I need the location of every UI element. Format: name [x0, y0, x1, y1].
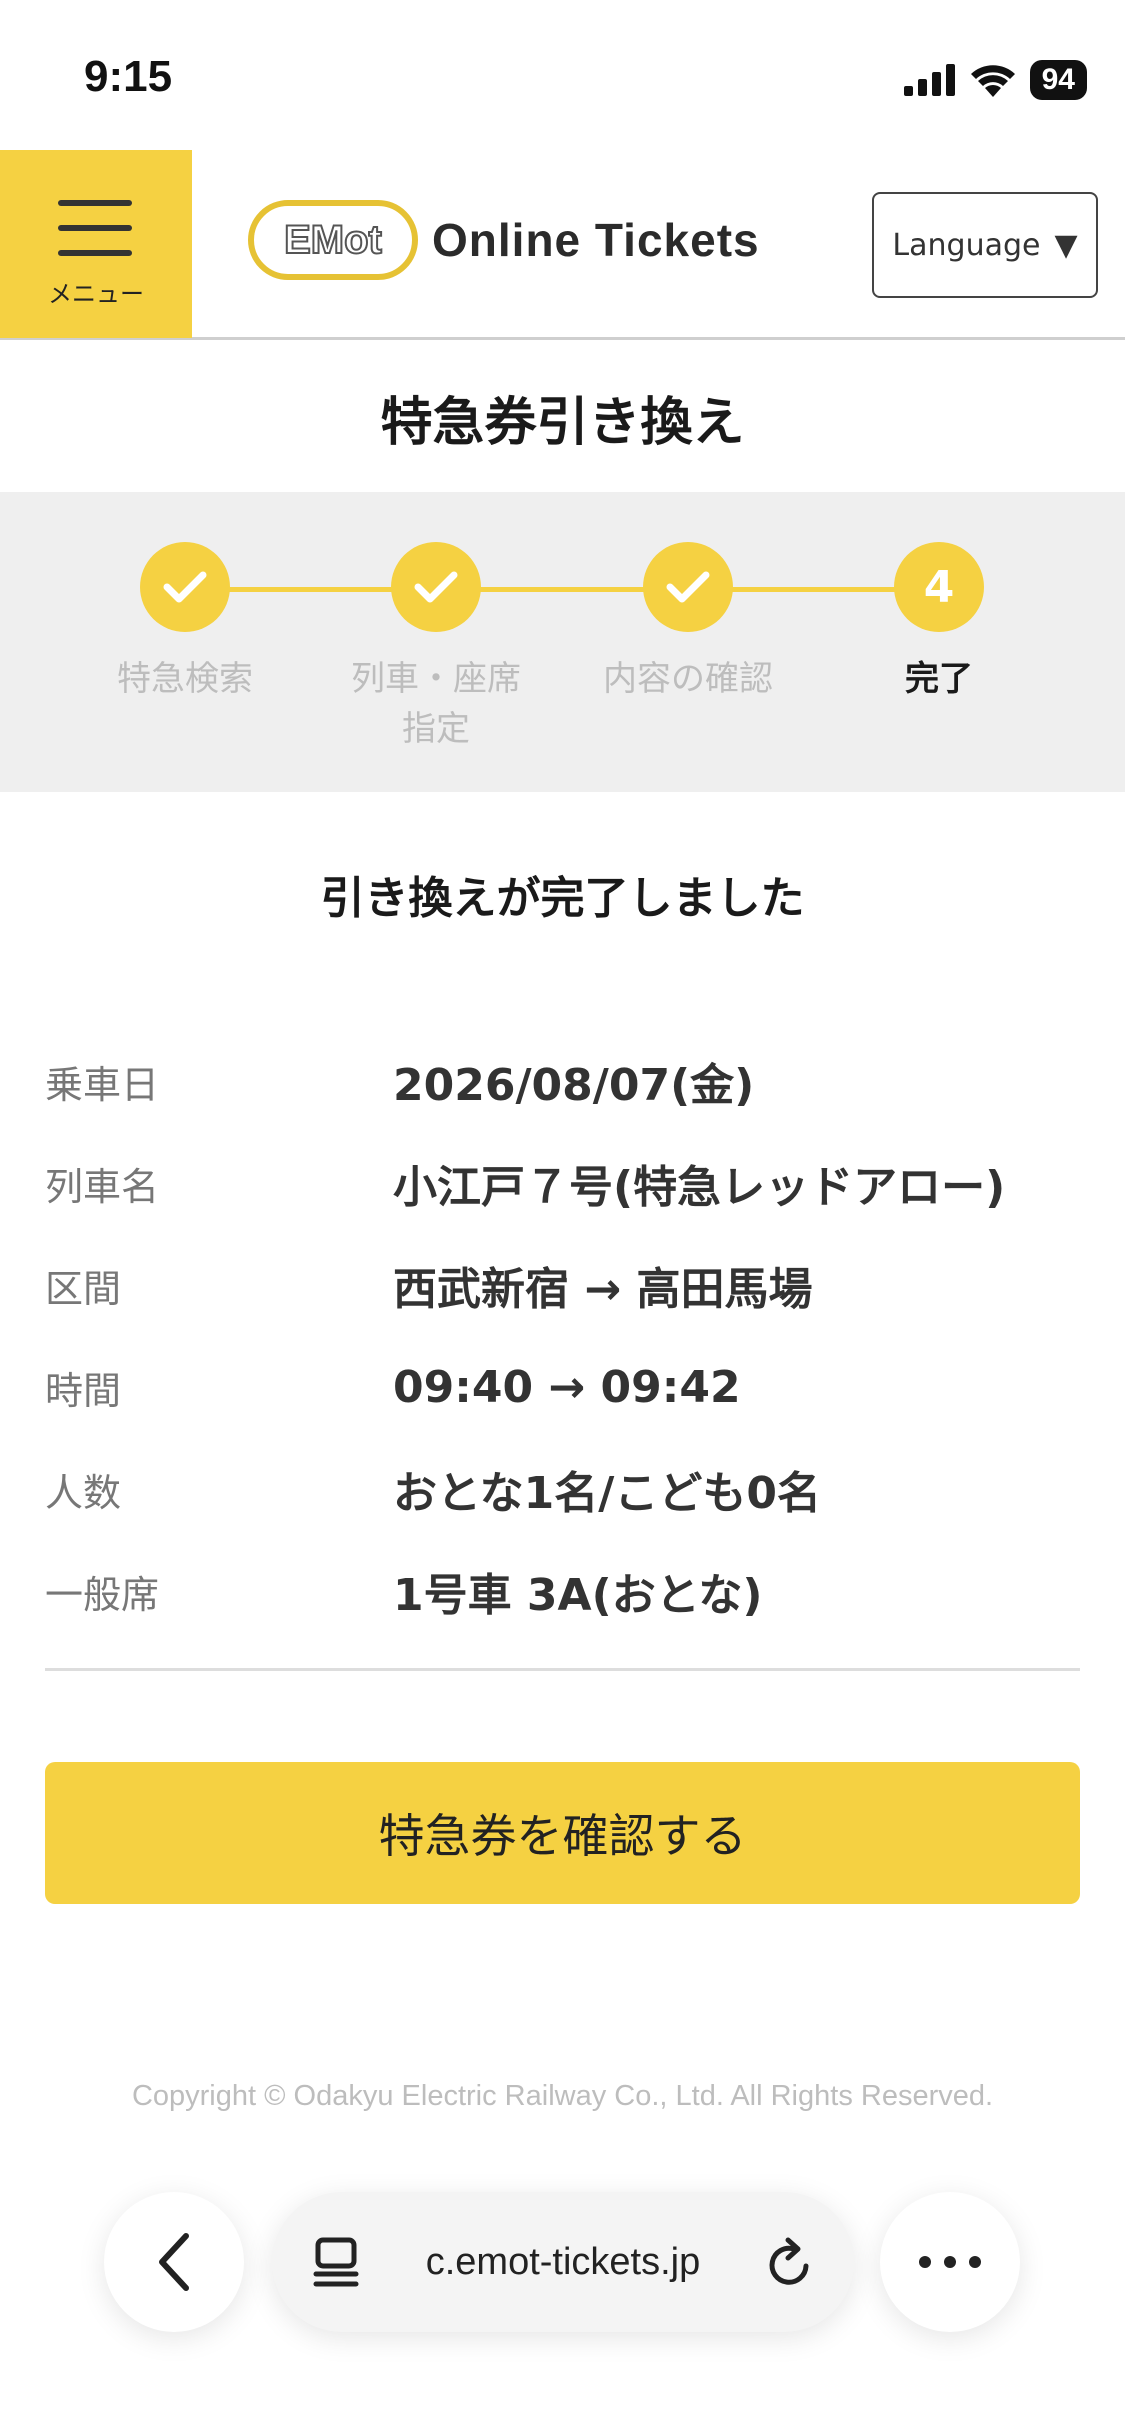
step-label: 内容の確認 — [603, 659, 773, 699]
detail-row: 時間 09:40 → 09:42 — [45, 1336, 1080, 1438]
url-text: c.emot-tickets.jp — [425, 2240, 701, 2283]
menu-button[interactable]: メニュー — [0, 150, 192, 338]
detail-value: 1号車 3A(おとな) — [393, 1570, 763, 1621]
more-icon — [919, 2256, 981, 2268]
step-label: 特急検索 — [117, 659, 253, 699]
detail-value: 09:40 → 09:42 — [393, 1361, 741, 1413]
check-icon — [140, 542, 230, 632]
detail-row: 一般席 1号車 3A(おとな) — [45, 1540, 1080, 1642]
detail-value: 2026/08/07(金) — [393, 1060, 755, 1111]
completion-message: 引き換えが完了しました — [320, 873, 805, 924]
address-bar[interactable]: c.emot-tickets.jp — [272, 2192, 854, 2332]
language-label: Language — [892, 227, 1041, 263]
step-complete: 4 完了 — [829, 542, 1049, 704]
reload-icon[interactable] — [766, 2236, 814, 2288]
detail-value: 西武新宿 → 高田馬場 — [393, 1264, 813, 1315]
site-header: メニュー EMot Online Tickets Language ▼ — [0, 150, 1125, 340]
step-review: 内容の確認 — [578, 542, 798, 704]
step-label: 完了 — [905, 659, 973, 699]
detail-row: 区間 西武新宿 → 高田馬場 — [45, 1234, 1080, 1336]
status-bar: 9:15 94 — [0, 0, 1125, 150]
progress-stepper: 特急検索 列車・座席指定 内容の確認 4 完了 — [0, 492, 1125, 792]
detail-label: 人数 — [45, 1470, 122, 1515]
logo-text: Online Tickets — [432, 214, 760, 266]
status-time: 9:15 — [84, 52, 173, 101]
tabs-icon — [313, 2237, 359, 2287]
hamburger-icon — [58, 200, 132, 256]
cellular-signal-icon — [903, 64, 955, 96]
detail-row: 人数 おとな1名/こども0名 — [45, 1438, 1080, 1540]
step-number: 4 — [894, 542, 984, 632]
detail-value: おとな1名/こども0名 — [393, 1468, 821, 1519]
wifi-icon — [970, 65, 1015, 97]
detail-row: 乗車日 2026/08/07(金) — [45, 1030, 1080, 1132]
check-icon — [391, 542, 481, 632]
menu-label: メニュー — [48, 280, 144, 308]
confirm-ticket-button[interactable]: 特急券を確認する — [45, 1762, 1080, 1904]
site-logo[interactable]: EMot Online Tickets — [248, 200, 760, 280]
copyright: Copyright © Odakyu Electric Railway Co.,… — [131, 2080, 994, 2112]
back-button[interactable] — [104, 2192, 244, 2332]
status-icons: 94 — [903, 60, 1087, 100]
detail-label: 乗車日 — [45, 1062, 160, 1107]
detail-label: 区間 — [45, 1266, 122, 1311]
step-train-seat: 列車・座席指定 — [326, 542, 546, 754]
detail-label: 列車名 — [45, 1164, 160, 1209]
step-search: 特急検索 — [75, 542, 295, 704]
more-options-button[interactable] — [880, 2192, 1020, 2332]
logo-badge: EMot — [248, 200, 418, 280]
ticket-details: 乗車日 2026/08/07(金) 列車名 小江戸７号(特急レッドアロー) 区間… — [45, 1030, 1080, 1642]
detail-row: 列車名 小江戸７号(特急レッドアロー) — [45, 1132, 1080, 1234]
chevron-left-icon — [159, 2233, 189, 2291]
divider — [45, 1668, 1080, 1671]
detail-label: 一般席 — [45, 1572, 160, 1617]
detail-label: 時間 — [45, 1368, 122, 1413]
detail-value: 小江戸７号(特急レッドアロー) — [393, 1162, 1006, 1213]
language-selector[interactable]: Language ▼ — [872, 192, 1098, 298]
check-icon — [643, 542, 733, 632]
chevron-down-icon: ▼ — [1054, 227, 1078, 263]
page-title: 特急券引き換え — [380, 393, 745, 453]
home-indicator — [400, 2400, 725, 2410]
battery-icon: 94 — [1029, 60, 1087, 100]
step-label: 列車・座席指定 — [351, 659, 521, 749]
